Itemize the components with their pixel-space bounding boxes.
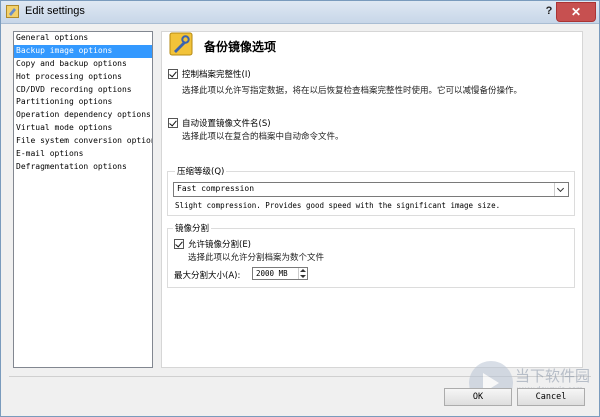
split-group-title: 镜像分割: [173, 222, 212, 234]
sidebar-item-fs-conversion[interactable]: File system conversion options: [14, 135, 152, 148]
split-checkbox[interactable]: [174, 239, 184, 249]
sidebar-item-cd-dvd[interactable]: CD/DVD recording options: [14, 84, 152, 97]
settings-tools-icon: [169, 32, 193, 56]
integrity-label[interactable]: 控制档案完整性(I): [182, 68, 251, 80]
autoname-label[interactable]: 自动设置镜像文件名(S): [182, 117, 271, 129]
integrity-description: 选择此项以允许写指定数据，将在以后恢复检查档案完整性时使用。它可以减慢备份操作。: [182, 86, 523, 96]
window-title: Edit settings: [25, 5, 85, 17]
chevron-down-icon[interactable]: [554, 183, 568, 196]
title-bar[interactable]: Edit settings ? ✕: [1, 1, 599, 24]
sidebar-item-hot-processing[interactable]: Hot processing options: [14, 71, 152, 84]
help-button[interactable]: ?: [541, 4, 557, 19]
split-description: 选择此项以允许分割档案为数个文件: [188, 253, 325, 263]
integrity-checkbox[interactable]: [168, 69, 178, 79]
panel-title: 备份镜像选项: [204, 40, 277, 54]
settings-category-list[interactable]: General options Backup image options Cop…: [13, 31, 153, 368]
max-size-label: 最大分割大小(A):: [174, 271, 241, 281]
compression-select[interactable]: Fast compression: [173, 182, 569, 197]
watermark-text: 当下软件园: [515, 367, 591, 385]
cancel-button[interactable]: Cancel: [517, 388, 585, 406]
sidebar-item-defragmentation[interactable]: Defragmentation options: [14, 161, 152, 174]
stepper-arrows-icon[interactable]: [298, 268, 307, 279]
max-size-value: 2000 MB: [256, 269, 288, 278]
compression-description: Slight compression. Provides good speed …: [175, 201, 501, 210]
max-size-stepper[interactable]: 2000 MB: [252, 267, 308, 280]
sidebar-item-general[interactable]: General options: [14, 32, 152, 45]
sidebar-item-copy-backup[interactable]: Copy and backup options: [14, 58, 152, 71]
close-button[interactable]: ✕: [556, 2, 596, 22]
sidebar-item-virtual-mode[interactable]: Virtual mode options: [14, 122, 152, 135]
sidebar-item-partitioning[interactable]: Partitioning options: [14, 96, 152, 109]
compression-selected-value: Fast compression: [177, 184, 255, 193]
split-label[interactable]: 允许镜像分割(E): [188, 238, 251, 250]
sidebar-item-operation-dependency[interactable]: Operation dependency options: [14, 109, 152, 122]
ok-button[interactable]: OK: [444, 388, 512, 406]
sidebar-item-backup-image[interactable]: Backup image options: [14, 44, 152, 58]
stepper-down-icon[interactable]: [300, 275, 306, 278]
app-icon: [6, 5, 19, 18]
sidebar-item-email[interactable]: E-mail options: [14, 148, 152, 161]
autoname-description: 选择此项以在复合的档案中自动命令文件。: [182, 132, 344, 142]
compression-group-title: 压缩等级(Q): [175, 165, 227, 177]
edit-settings-window: Edit settings ? ✕ General options Backup…: [0, 0, 600, 417]
autoname-checkbox[interactable]: [168, 118, 178, 128]
stepper-up-icon[interactable]: [300, 269, 306, 272]
